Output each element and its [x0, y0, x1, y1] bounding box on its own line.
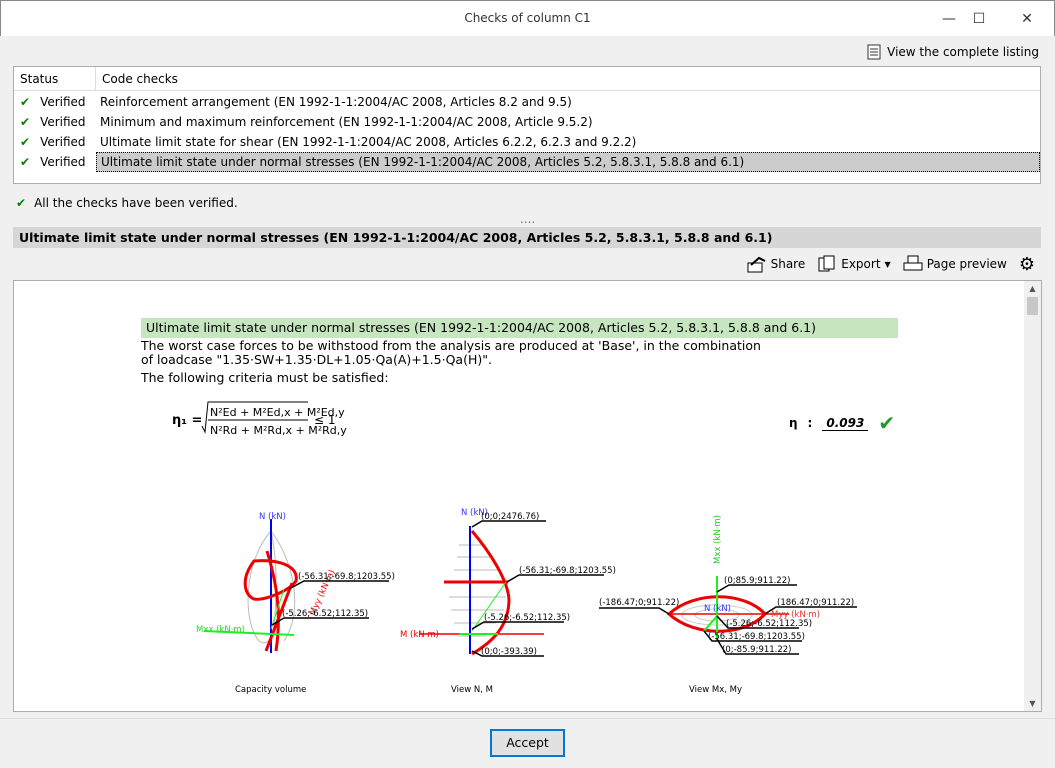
splitter-handle[interactable]: .... — [520, 212, 535, 226]
summary-message: ✔ All the checks have been verified. — [16, 196, 238, 210]
listing-label: View the complete listing — [887, 45, 1039, 59]
window-title: Checks of column C1 — [464, 11, 591, 25]
report-toolbar: Share Export ▼ Page preview ⚙ — [745, 253, 1035, 275]
point-label: (-186.47;0;911.22) — [599, 598, 679, 608]
report-text: The following criteria must be satisfied… — [141, 370, 389, 385]
share-label: Share — [770, 257, 806, 271]
point-label: (0;85.9;911.22) — [724, 576, 790, 586]
n-axis-label: N (kN) — [259, 512, 286, 522]
eta-result: η: 0.093 ✔ — [789, 411, 896, 435]
check-icon: ✔ — [20, 155, 31, 169]
point-label: (0;-85.9;911.22) — [722, 645, 792, 655]
share-icon — [747, 256, 766, 273]
dropdown-arrow-icon: ▼ — [884, 259, 891, 269]
check-text: Ultimate limit state for shear (EN 1992-… — [100, 135, 637, 149]
svg-text:η₁ =: η₁ = — [172, 413, 202, 428]
scrollbar-thumb[interactable] — [1027, 297, 1038, 315]
section-title: Ultimate limit state under normal stress… — [13, 227, 1041, 248]
check-icon: ✔ — [20, 135, 31, 149]
accept-button[interactable]: Accept — [490, 729, 565, 757]
checks-table: Status Code checks ✔ Verified Reinforcemen… — [13, 66, 1041, 184]
diagram-caption: View Mx, My — [689, 685, 742, 695]
capacity-volume-diagram: N (kN) Mxx (kN·m) Myy (kN·m) (-56.31;-69… — [196, 512, 395, 695]
header-status[interactable]: Status — [14, 67, 96, 91]
title-bar: Checks of column C1 — ☐ ✕ — [0, 0, 1055, 36]
check-icon: ✔ — [16, 196, 27, 210]
point-label: (-5.26;-6.52;112.35) — [726, 619, 812, 629]
point-label: (186.47;0;911.22) — [777, 598, 854, 608]
status-text: Verified — [40, 115, 86, 129]
n-m-diagram: N (kN) M (kN·m) (0;0;2476.76) (-56.31;-6… — [400, 508, 616, 695]
point-label: (-56.31;-69.8;1203.55) — [298, 572, 395, 582]
check-text: Minimum and maximum reinforcement (EN 19… — [100, 115, 593, 129]
header-code-checks[interactable]: Code checks — [96, 67, 1040, 91]
export-button[interactable]: Export ▼ — [817, 255, 891, 273]
close-button[interactable]: ✕ — [1013, 7, 1041, 31]
minimize-button[interactable]: — — [935, 7, 963, 31]
status-text: Verified — [40, 135, 86, 149]
point-label: (0;0;-393.39) — [481, 647, 537, 657]
maximize-button[interactable]: ☐ — [965, 7, 993, 31]
point-label: (-5.26;-6.52;112.35) — [484, 613, 570, 623]
n-axis-label: N (kN) — [704, 604, 731, 614]
report-panel: Ultimate limit state under normal stress… — [13, 280, 1042, 712]
report-heading: Ultimate limit state under normal stress… — [141, 318, 898, 338]
status-text: Verified — [40, 95, 86, 109]
export-icon — [818, 255, 835, 272]
point-label: (-56.31;-69.8;1203.55) — [708, 632, 805, 642]
scroll-up-icon[interactable]: ▲ — [1024, 284, 1041, 293]
mx-axis-label: Mxx (kN·m) — [713, 515, 723, 564]
point-label: (-5.26;-6.52;112.35) — [282, 609, 368, 619]
export-label: Export — [841, 257, 881, 271]
vertical-scrollbar[interactable]: ▲ ▼ — [1024, 281, 1041, 711]
dialog-footer: Accept — [0, 718, 1055, 768]
settings-button[interactable]: ⚙ — [1019, 254, 1035, 275]
point-label: (-56.31;-69.8;1203.55) — [519, 566, 616, 576]
printer-icon — [903, 255, 923, 271]
svg-text:≤ 1: ≤ 1 — [314, 413, 336, 427]
report-text: The worst case forces to be withstood fr… — [141, 338, 761, 353]
page-preview-label: Page preview — [926, 257, 1007, 271]
check-text: Reinforcement arrangement (EN 1992-1-1:2… — [100, 95, 572, 109]
m-axis-label: M (kN·m) — [400, 630, 439, 640]
diagram-caption: View N, M — [451, 685, 493, 695]
check-text: Ultimate limit state under normal stress… — [96, 152, 1040, 172]
criterion-formula: η₁ = N²Ed + M²Ed,x + M²Ed,y N²Rd + M²Rd,… — [172, 401, 347, 437]
mx-my-diagram: Mxx (kN·m) Myy (kN·m) N (kN) (0;85.9;911… — [599, 515, 857, 695]
table-row[interactable]: ✔ Verified Reinforcement arrangement (EN 1… — [14, 92, 1040, 112]
table-row[interactable]: ✔ Verified Ultimate limit state for shear … — [14, 132, 1040, 152]
check-icon: ✔ — [20, 95, 31, 109]
diagram-caption: Capacity volume — [235, 685, 306, 695]
check-icon: ✔ — [20, 115, 31, 129]
interaction-diagrams: N (kN) Mxx (kN·m) Myy (kN·m) (-56.31;-69… — [196, 508, 857, 695]
check-icon: ✔ — [878, 411, 896, 435]
view-complete-listing-button[interactable]: View the complete listing — [867, 44, 1039, 60]
mx-axis-label: Mxx (kN·m) — [196, 625, 245, 635]
scroll-down-icon[interactable]: ▼ — [1024, 699, 1041, 708]
gear-icon: ⚙ — [1018, 253, 1035, 275]
page-preview-button[interactable]: Page preview — [903, 255, 1007, 273]
point-label: (0;0;2476.76) — [481, 512, 539, 522]
summary-text: All the checks have been verified. — [34, 196, 238, 210]
eta-value: 0.093 — [822, 416, 869, 431]
table-row[interactable]: ✔ Verified Minimum and maximum reinforceme… — [14, 112, 1040, 132]
table-row-selected[interactable]: ✔ Verified Ultimate limit state under norm… — [14, 152, 1040, 172]
eta-label: η — [789, 416, 798, 430]
status-text: Verified — [40, 155, 86, 169]
share-button[interactable]: Share — [745, 255, 806, 273]
report-text: of loadcase "1.35·SW+1.35·DL+1.05·Qa(A)+… — [141, 352, 492, 367]
listing-icon — [867, 44, 881, 60]
